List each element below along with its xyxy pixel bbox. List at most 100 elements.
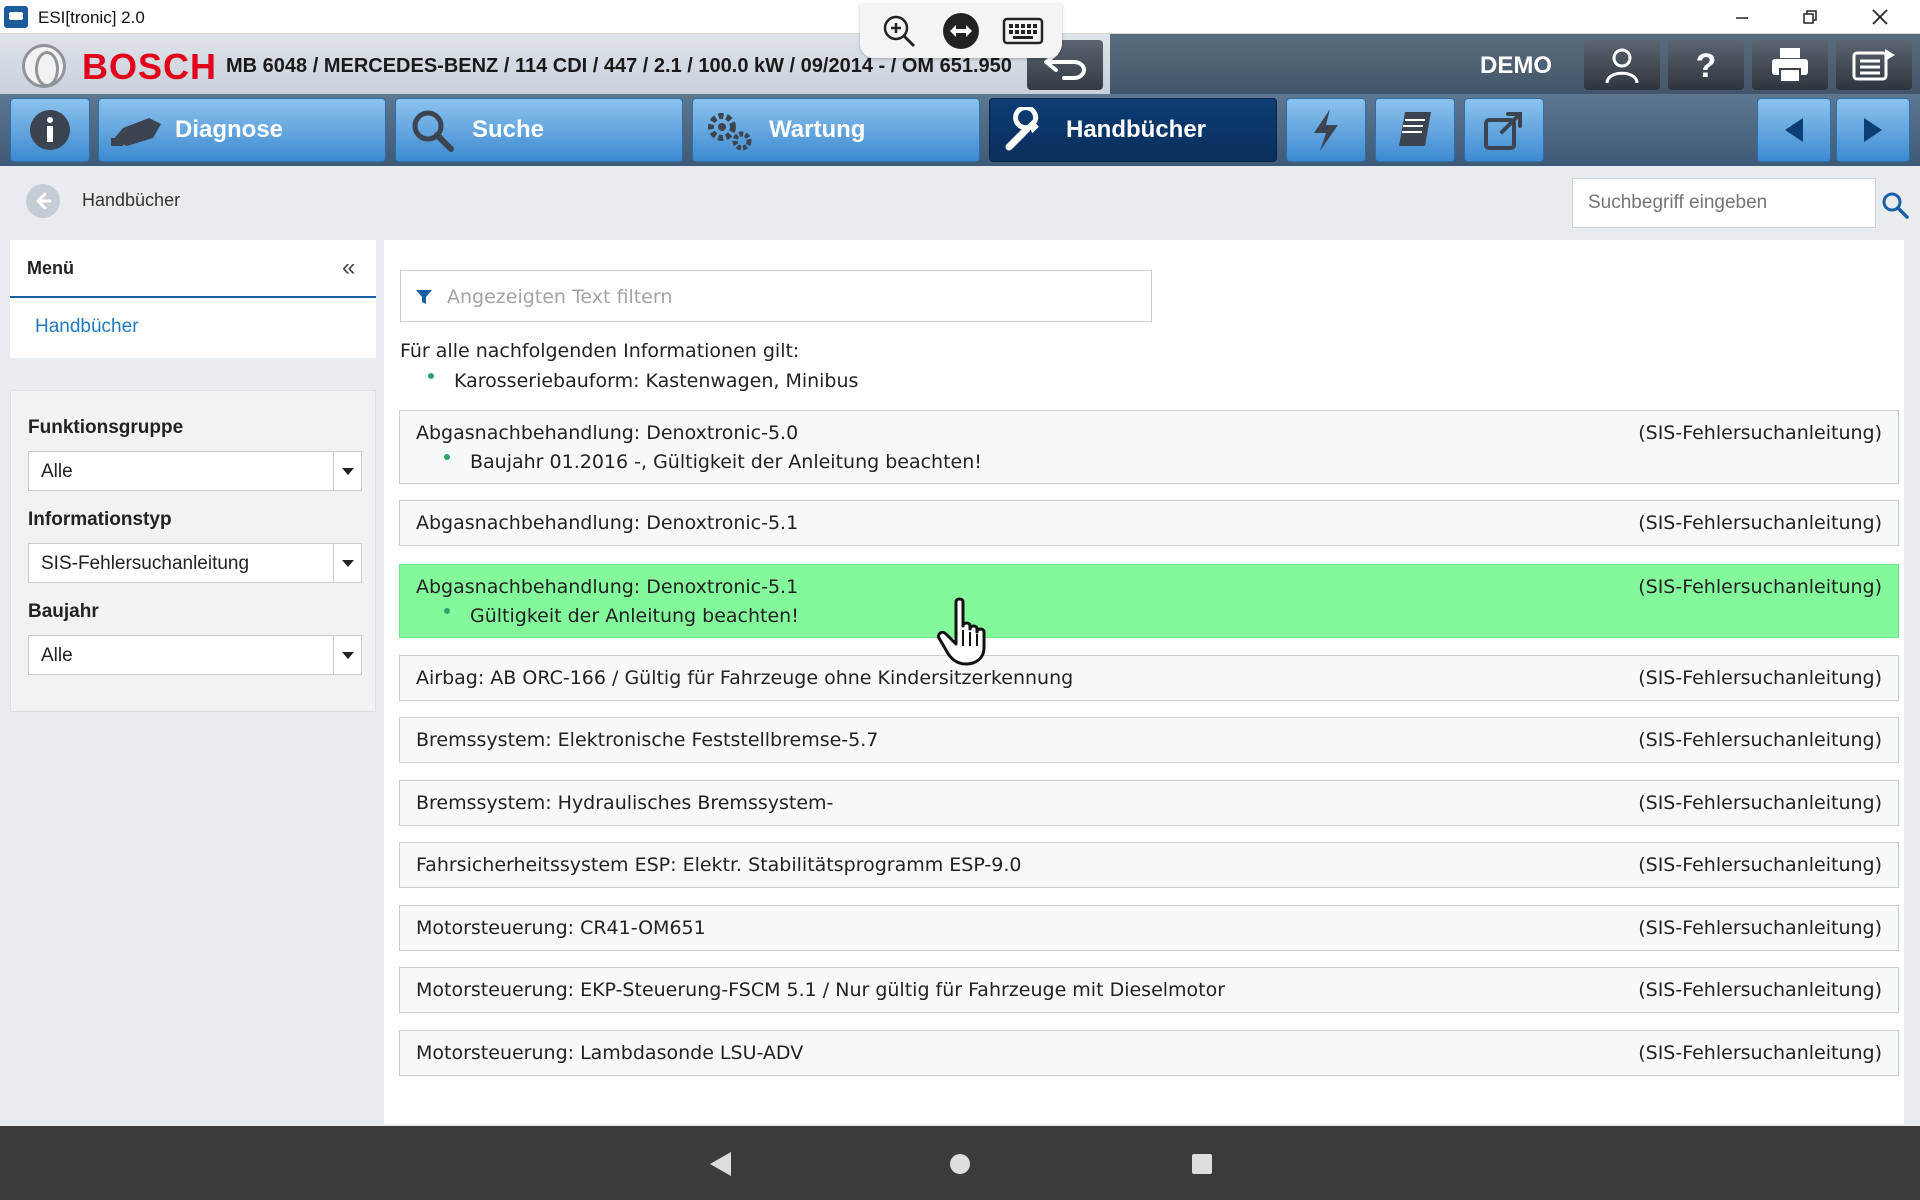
chevron-down-icon (333, 544, 361, 582)
menu-title: Menü (27, 258, 74, 278)
tab-wartung[interactable]: Wartung (692, 98, 980, 162)
tab-suche-label: Suche (472, 116, 545, 143)
main-content: Angezeigten Text filtern Für alle nachfo… (384, 240, 1904, 1124)
tab-handbuecher[interactable]: Handbücher (989, 98, 1277, 162)
list-item-title: Abgasnachbehandlung: Denoxtronic-5.1 (416, 576, 799, 598)
list-item[interactable]: Motorsteuerung: CR41-OM651 (SIS-Fehlersu… (399, 905, 1899, 951)
list-item[interactable]: Airbag: AB ORC-166 / Gültig für Fahrzeug… (399, 655, 1899, 701)
wrench-icon (1000, 104, 1052, 156)
list-item-type: (SIS-Fehlersuchanleitung) (1638, 576, 1882, 598)
list-item-type: (SIS-Fehlersuchanleitung) (1638, 917, 1882, 939)
sidebar-menu: Menü « Handbücher (10, 240, 376, 358)
remote-toolbar (860, 4, 1062, 58)
list-item-title: Abgasnachbehandlung: Denoxtronic-5.1 (416, 512, 799, 534)
list-item-selected[interactable]: Abgasnachbehandlung: Denoxtronic-5.1 (SI… (399, 564, 1899, 638)
chevron-down-icon (333, 452, 361, 490)
minimize-icon (1736, 17, 1748, 19)
keyboard-button[interactable] (1001, 11, 1045, 51)
list-item-type: (SIS-Fehlersuchanleitung) (1638, 729, 1882, 751)
funktionsgruppe-select[interactable]: Alle (28, 451, 362, 491)
teamviewer-icon (943, 13, 979, 49)
list-item-title: Motorsteuerung: EKP-Steuerung-FSCM 5.1 /… (416, 979, 1226, 1001)
filter-icon (416, 290, 432, 304)
tab-wartung-label: Wartung (769, 116, 866, 143)
window-title: ESI[tronic] 2.0 (38, 8, 145, 27)
gears-icon (703, 104, 755, 156)
menu-item-handbuecher[interactable]: Handbücher (35, 316, 139, 338)
android-back-button[interactable] (700, 1144, 740, 1184)
list-item-note-text: Gültigkeit der Anleitung beachten! (470, 605, 799, 627)
list-item[interactable]: Motorsteuerung: EKP-Steuerung-FSCM 5.1 /… (399, 967, 1899, 1013)
filter-label-funktionsgruppe: Funktionsgruppe (28, 417, 184, 438)
tab-external[interactable] (1464, 98, 1544, 162)
intro-bullet-text: Karosseriebauform: Kastenwagen, Minibus (454, 370, 859, 392)
filter-label-informationstyp: Informationstyp (28, 509, 172, 530)
vehicle-info[interactable]: MB 6048 / MERCEDES-BENZ / 114 CDI / 447 … (226, 55, 1012, 78)
tab-suche[interactable]: Suche (395, 98, 683, 162)
tab-flash[interactable] (1286, 98, 1366, 162)
list-item-note: Baujahr 01.2016 -, Gültigkeit der Anleit… (444, 451, 982, 473)
remote-connect-button[interactable] (939, 11, 983, 51)
help-button[interactable]: ? (1668, 40, 1744, 90)
collapse-menu-button[interactable]: « (342, 254, 355, 282)
android-nav-bar (0, 1126, 1920, 1200)
list-item-note-text: Baujahr 01.2016 -, Gültigkeit der Anleit… (470, 451, 982, 473)
menu-header: Menü « (10, 240, 376, 298)
tab-book[interactable] (1375, 98, 1455, 162)
search-input[interactable] (1572, 178, 1876, 228)
nav-prev-button[interactable] (1757, 98, 1831, 162)
square-recents-icon (1192, 1154, 1212, 1174)
list-item-type: (SIS-Fehlersuchanleitung) (1638, 979, 1882, 1001)
list-item-type: (SIS-Fehlersuchanleitung) (1638, 422, 1882, 444)
list-item-type: (SIS-Fehlersuchanleitung) (1638, 512, 1882, 534)
list-item[interactable]: Fahrsicherheitssystem ESP: Elektr. Stabi… (399, 842, 1899, 888)
zoom-in-icon (883, 15, 916, 48)
list-item[interactable]: Bremssystem: Elektronische Feststellbrem… (399, 717, 1899, 763)
user-button[interactable] (1584, 40, 1660, 90)
tab-diagnose[interactable]: Diagnose (98, 98, 386, 162)
list-item[interactable]: Abgasnachbehandlung: Denoxtronic-5.0 (SI… (399, 410, 1899, 484)
list-item-title: Fahrsicherheitssystem ESP: Elektr. Stabi… (416, 854, 1022, 876)
zoom-button[interactable] (877, 11, 921, 51)
tab-info[interactable] (10, 98, 90, 162)
list-menu-icon (1852, 49, 1895, 81)
baujahr-value: Alle (41, 645, 73, 666)
list-item[interactable]: Abgasnachbehandlung: Denoxtronic-5.1 (SI… (399, 500, 1899, 546)
android-home-button[interactable] (940, 1144, 980, 1184)
breadcrumb-bar: Handbücher (0, 166, 1920, 238)
list-item[interactable]: Bremssystem: Hydraulisches Bremssystem- … (399, 780, 1899, 826)
android-recents-button[interactable] (1182, 1144, 1222, 1184)
filter-panel: Funktionsgruppe Alle Informationstyp SIS… (10, 390, 376, 712)
list-item[interactable]: Motorsteuerung: Lambdasonde LSU-ADV (SIS… (399, 1030, 1899, 1076)
breadcrumb[interactable]: Handbücher (82, 190, 180, 211)
list-item-type: (SIS-Fehlersuchanleitung) (1638, 1042, 1882, 1064)
help-icon: ? (1696, 47, 1717, 85)
list-item-title: Bremssystem: Elektronische Feststellbrem… (416, 729, 879, 751)
hand-cursor-icon (937, 597, 986, 666)
menu-list-button[interactable] (1836, 40, 1912, 90)
lightning-icon (1314, 109, 1338, 151)
triangle-back-icon (710, 1152, 731, 1176)
nav-next-button[interactable] (1836, 98, 1910, 162)
arrow-left-icon (1785, 118, 1803, 142)
list-item-type: (SIS-Fehlersuchanleitung) (1638, 854, 1882, 876)
text-filter-field[interactable]: Angezeigten Text filtern (400, 270, 1152, 322)
intro-bullet: Karosseriebauform: Kastenwagen, Minibus (428, 370, 858, 392)
restore-button[interactable] (1782, 0, 1838, 34)
arrow-right-icon (1864, 118, 1882, 142)
informationstyp-select[interactable]: SIS-Fehlersuchanleitung (28, 543, 362, 583)
search-icon (406, 104, 458, 156)
chevron-down-icon (333, 636, 361, 674)
close-button[interactable] (1852, 0, 1908, 34)
search-button-icon[interactable] (1880, 190, 1910, 220)
minimize-button[interactable] (1714, 0, 1770, 34)
list-item-title: Airbag: AB ORC-166 / Gültig für Fahrzeug… (416, 667, 1074, 689)
breadcrumb-back-button[interactable] (26, 184, 60, 218)
user-icon (1605, 48, 1639, 84)
close-icon (1872, 9, 1888, 25)
print-button[interactable] (1752, 40, 1828, 90)
app-icon (4, 6, 28, 28)
external-link-icon (1484, 112, 1522, 150)
back-arrow-icon (36, 192, 52, 210)
baujahr-select[interactable]: Alle (28, 635, 362, 675)
